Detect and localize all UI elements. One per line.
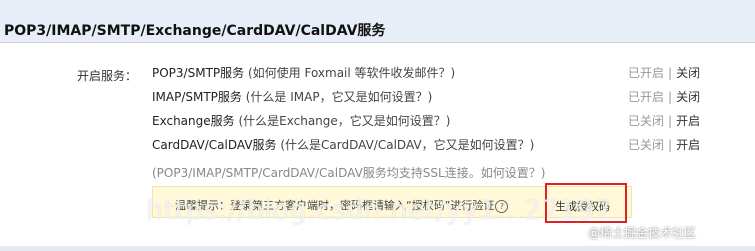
status-text: 已关闭 bbox=[628, 138, 665, 152]
service-name: Exchange服务 bbox=[152, 114, 235, 128]
status-text: 已关闭 bbox=[628, 114, 665, 128]
service-status-exchange: 已关闭 | 开启 bbox=[628, 112, 700, 130]
service-status-imap: 已开启 | 关闭 bbox=[628, 88, 700, 106]
watermark-brand: @稀土掘金技术社区 bbox=[588, 226, 697, 240]
service-row-imap: IMAP/SMTP服务 (什么是 IMAP，它又是如何设置？) bbox=[152, 88, 432, 106]
toggle-link-imap[interactable]: 关闭 bbox=[676, 90, 700, 104]
watermark-url: https://blog.csdn.net/yy1…27197 bbox=[146, 195, 613, 226]
status-text: 已开启 bbox=[628, 66, 665, 80]
toggle-link-carddav[interactable]: 开启 bbox=[676, 138, 700, 152]
ssl-help-link[interactable]: (POP3/IMAP/SMTP/CardDAV/CalDAV服务均支持SSL连接… bbox=[152, 164, 545, 181]
section-header: POP3/IMAP/SMTP/Exchange/CardDAV/CalDAV服务 bbox=[0, 0, 755, 43]
service-row-pop3: POP3/SMTP服务 (如何使用 Foxmail 等软件收发邮件？) bbox=[152, 64, 455, 82]
status-separator: | bbox=[668, 138, 673, 152]
toggle-link-exchange[interactable]: 开启 bbox=[676, 114, 700, 128]
service-row-carddav: CardDAV/CalDAV服务 (什么是CardDAV/CalDAV，它又是如… bbox=[152, 136, 534, 154]
status-text: 已开启 bbox=[628, 90, 665, 104]
service-help-link[interactable]: (如何使用 Foxmail 等软件收发邮件？) bbox=[248, 66, 455, 80]
service-help-link[interactable]: (什么是 IMAP，它又是如何设置？) bbox=[246, 90, 433, 104]
service-status-pop3: 已开启 | 关闭 bbox=[628, 64, 700, 82]
service-status-carddav: 已关闭 | 开启 bbox=[628, 136, 700, 154]
service-help-link[interactable]: (什么是Exchange，它又是如何设置？) bbox=[238, 114, 450, 128]
service-row-exchange: Exchange服务 (什么是Exchange，它又是如何设置？) bbox=[152, 112, 450, 130]
status-separator: | bbox=[668, 114, 673, 128]
service-help-link[interactable]: (什么是CardDAV/CalDAV，它又是如何设置？) bbox=[280, 138, 534, 152]
service-name: IMAP/SMTP服务 bbox=[152, 90, 242, 104]
status-separator: | bbox=[668, 90, 673, 104]
status-separator: | bbox=[668, 66, 673, 80]
service-name: CardDAV/CalDAV服务 bbox=[152, 138, 277, 152]
open-service-label: 开启服务： bbox=[77, 69, 138, 83]
section-title: POP3/IMAP/SMTP/Exchange/CardDAV/CalDAV服务 bbox=[4, 23, 386, 39]
toggle-link-pop3[interactable]: 关闭 bbox=[676, 66, 700, 80]
panel-bottom-bar bbox=[0, 246, 755, 251]
service-name: POP3/SMTP服务 bbox=[152, 66, 245, 80]
